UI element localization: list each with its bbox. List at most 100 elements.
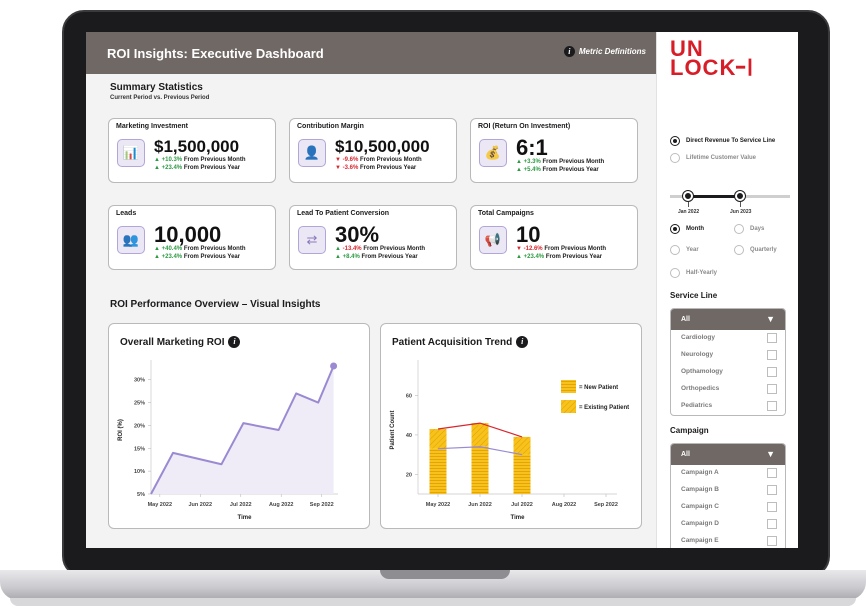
slider-tick [740, 202, 741, 207]
dashboard-screen: ROI Insights: Executive Dashboard i Metr… [86, 32, 798, 548]
kpi-value: 6:1 [516, 135, 548, 160]
radio-button[interactable] [670, 245, 680, 255]
conversion-icon: ⇄ [298, 226, 326, 254]
radio-label: Direct Revenue To Service Line [686, 138, 776, 144]
range-end-label: Jun 2023 [730, 209, 752, 215]
metric-option-lifetime-value[interactable]: Lifetime Customer Value [670, 153, 756, 163]
patient-chart-card: Patient Acquisition Trend i 20 40 60 May 20… [380, 323, 642, 529]
legend-swatch-new [561, 380, 576, 393]
radio-label: Lifetime Customer Value [686, 155, 757, 161]
filter-sidebar: UN LOCK━┃ Direct Revenue To Service Line… [656, 32, 798, 548]
legend-label-existing: = Existing Patient [579, 405, 629, 411]
megaphone-icon: 📢 [479, 226, 507, 254]
granularity-days[interactable]: Days [734, 224, 764, 234]
info-icon: i [563, 46, 575, 57]
checkbox[interactable] [767, 519, 777, 529]
kpi-change-text: From Previous Year [183, 165, 241, 171]
roi-area [151, 366, 334, 494]
summary-title: Summary Statistics [110, 82, 203, 93]
checkbox[interactable] [767, 384, 777, 394]
granularity-quarterly[interactable]: Quarterly [734, 245, 777, 255]
list-item[interactable]: Campaign A [671, 465, 785, 482]
roi-line-chart: 5% 10% 15% 20% 25% 30% May 2022 Jun 2022 Jul 202… [118, 360, 338, 521]
checkbox[interactable] [767, 401, 777, 411]
bar-new-patient [429, 448, 447, 494]
list-item[interactable]: Campaign B [671, 482, 785, 499]
radio-button[interactable] [734, 245, 744, 255]
x-axis-title: Time [238, 515, 253, 521]
bar-existing-patient [429, 429, 447, 449]
kpi-change: ▲ +8.4% From Previous Year [335, 254, 418, 260]
arrow-up-icon: ▲ [154, 254, 160, 260]
checkbox[interactable] [767, 468, 777, 478]
bar-new-patient [513, 454, 531, 494]
y-tick-label: 20% [134, 423, 145, 429]
kpi-change-text: From Previous Year [183, 254, 241, 260]
select-value: All [681, 451, 690, 458]
kpi-change-pct: +10.3% [161, 157, 183, 163]
roi-chart-card: Overall Marketing ROI i 5% 10% 15% 20% 25% 30… [108, 323, 370, 529]
kpi-change: ▲ +5.4% From Previous Year [516, 167, 599, 173]
arrow-up-icon: ▲ [154, 246, 160, 252]
granularity-half-yearly[interactable]: Half-Yearly [670, 268, 717, 278]
checkbox[interactable] [767, 485, 777, 495]
list-item[interactable]: Orthopedics [671, 381, 785, 398]
checkbox[interactable] [767, 536, 777, 546]
checkbox[interactable] [767, 350, 777, 360]
kpi-change-text: From Previous Month [544, 246, 606, 252]
kpi-value: $1,500,000 [154, 137, 240, 156]
granularity-month[interactable]: Month [670, 224, 704, 234]
list-item[interactable]: Campaign C [671, 499, 785, 516]
y-tick-label: 30% [134, 378, 145, 384]
dashboard-main: ROI Insights: Executive Dashboard i Metr… [86, 32, 656, 548]
arrow-up-icon: ▲ [154, 165, 160, 171]
list-item-label: Campaign B [681, 486, 719, 493]
list-item[interactable]: Neurology [671, 347, 785, 364]
date-range-start-handle[interactable] [683, 191, 693, 201]
kpi-change-pct: +8.4% [342, 254, 360, 260]
list-item[interactable]: Opthamology [671, 364, 785, 381]
radio-button[interactable] [670, 224, 680, 234]
arrow-up-icon: ▲ [516, 167, 522, 173]
radio-label: Days [750, 226, 765, 232]
campaign-select[interactable]: All ▼ [671, 444, 785, 465]
checkbox[interactable] [767, 367, 777, 377]
radio-button[interactable] [670, 268, 680, 278]
list-item-label: Campaign D [681, 520, 719, 527]
arrow-down-icon: ▼ [516, 246, 522, 252]
kpi-card-contribution-margin: Contribution Margin 👤 $10,500,000 ▼ -9.6… [289, 118, 457, 183]
list-item[interactable]: Campaign D [671, 516, 785, 533]
radio-button[interactable] [670, 136, 680, 146]
kpi-value: 10 [516, 222, 541, 247]
list-item[interactable]: Campaign E [671, 533, 785, 548]
date-range-end-handle[interactable] [735, 191, 745, 201]
y-tick-label: 10% [134, 469, 145, 475]
money-bag-icon: 💰 [479, 139, 507, 167]
granularity-year[interactable]: Year [670, 245, 699, 255]
kpi-change: ▼ -12.6% From Previous Month [516, 246, 606, 252]
summary-subtitle: Current Period vs. Previous Period [110, 95, 210, 101]
kpi-change-text: From Previous Year [545, 254, 603, 260]
x-tick-label: Sep 2022 [310, 502, 334, 508]
metric-definitions-link[interactable]: i Metric Definitions [563, 46, 646, 57]
group-icon: 👥 [117, 226, 145, 254]
x-tick-label: Aug 2022 [552, 502, 576, 508]
y-axis-title: Patient Count [390, 411, 396, 450]
metric-option-direct-revenue[interactable]: Direct Revenue To Service Line [670, 136, 775, 146]
arrow-up-icon: ▲ [335, 246, 341, 252]
radio-button[interactable] [670, 153, 680, 163]
kpi-change-pct: +40.4% [161, 246, 183, 252]
arrow-down-icon: ▼ [335, 165, 341, 171]
kpi-change-pct: -3.6% [342, 165, 359, 171]
checkbox[interactable] [767, 502, 777, 512]
list-item[interactable]: Pediatrics [671, 398, 785, 415]
kpi-change-text: From Previous Year [359, 165, 417, 171]
kpi-change-pct: -13.4% [342, 246, 362, 252]
date-range-fill [688, 195, 740, 198]
kpi-change-text: From Previous Month [359, 157, 422, 163]
checkbox[interactable] [767, 333, 777, 343]
performance-title: ROI Performance Overview – Visual Insigh… [110, 299, 321, 310]
service-line-select[interactable]: All ▼ [671, 309, 785, 330]
radio-button[interactable] [734, 224, 744, 234]
list-item[interactable]: Cardiology [671, 330, 785, 347]
